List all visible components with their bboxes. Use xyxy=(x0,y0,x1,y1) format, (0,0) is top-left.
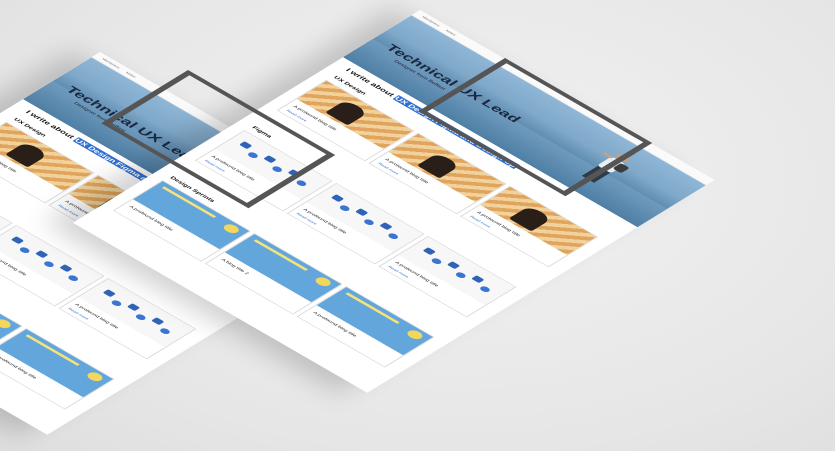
social-icon xyxy=(386,232,400,241)
social-icon xyxy=(109,299,124,308)
blog-card[interactable]: A profound blog title xyxy=(0,328,115,410)
social-icon xyxy=(35,250,49,259)
social-icon xyxy=(59,264,73,273)
social-icon xyxy=(454,271,468,280)
social-icon xyxy=(42,260,56,269)
social-icon xyxy=(478,285,492,294)
social-icon xyxy=(355,208,369,217)
social-icon xyxy=(10,236,25,245)
social-icon xyxy=(66,274,80,283)
social-icon xyxy=(362,218,376,227)
social-icon xyxy=(126,303,141,312)
card-thumbnail xyxy=(0,329,113,398)
card-thumbnail xyxy=(0,122,94,191)
social-icon xyxy=(330,194,345,203)
social-icon xyxy=(294,179,309,188)
social-icon xyxy=(134,313,148,322)
social-icon xyxy=(422,247,437,256)
card-thumbnail xyxy=(0,225,104,295)
social-icon xyxy=(446,261,461,270)
social-icon xyxy=(17,246,32,255)
social-icon xyxy=(379,222,393,231)
mockup-stage: Wordpress Notes Technical UX Lead Designer … xyxy=(0,0,835,451)
social-icon xyxy=(429,257,444,266)
social-icon xyxy=(471,275,485,284)
social-icon xyxy=(337,204,352,213)
social-icon xyxy=(151,317,165,326)
social-icon xyxy=(158,327,172,336)
social-icon xyxy=(102,289,117,298)
